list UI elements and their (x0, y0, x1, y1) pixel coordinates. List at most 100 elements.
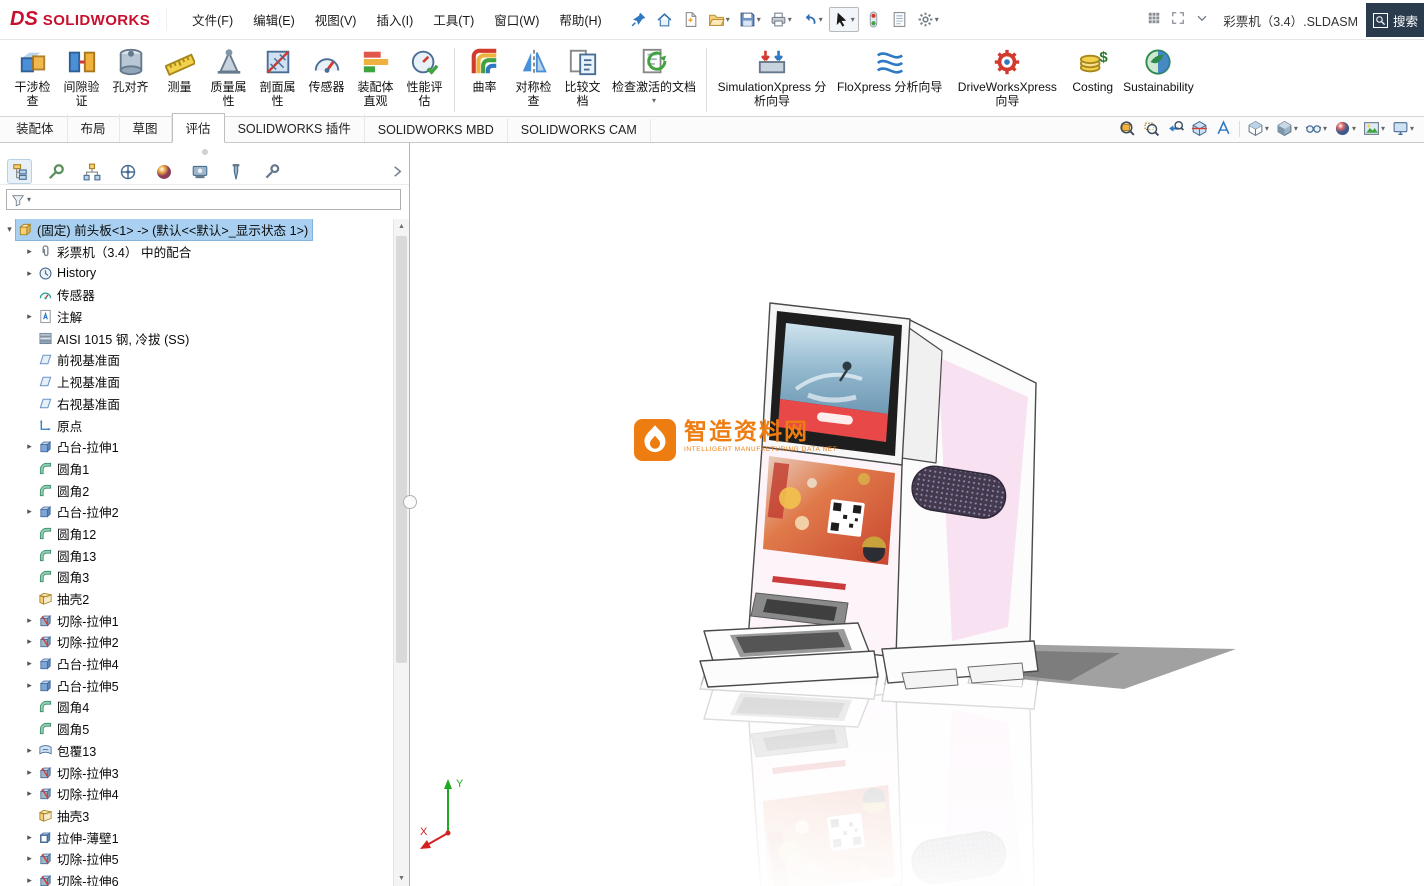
expand-arrow-icon[interactable]: ▸ (23, 832, 36, 843)
expand-arrow-icon[interactable]: ▸ (23, 853, 36, 864)
graphics-area[interactable]: 智造资料网 INTELLIGENT MANUFACTURING DATA NET… (410, 143, 1424, 886)
menu-file[interactable]: 文件(F) (183, 6, 242, 33)
ribbon-display-button[interactable] (1147, 11, 1161, 30)
chevron-down-icon[interactable]: ▾ (27, 195, 31, 204)
chevron-down-icon[interactable]: ▾ (726, 16, 730, 24)
expand-arrow-icon[interactable]: ▸ (23, 268, 36, 279)
scroll-up-arrow[interactable]: ▲ (394, 219, 409, 234)
tree-item[interactable]: ▸彩票机（3.4） 中的配合 (0, 241, 393, 263)
view-settings-button[interactable]: ▾ (1392, 120, 1414, 137)
tab-mbd[interactable]: SOLIDWORKS MBD (365, 119, 508, 142)
panel-tab-featuremanager-tree[interactable] (8, 160, 31, 183)
scroll-thumb[interactable] (396, 236, 407, 663)
search-box[interactable]: 搜索 (1366, 3, 1424, 37)
ribbon-hole-alignment-button[interactable]: 孔对齐 (106, 44, 155, 97)
panel-tab-displaymanager[interactable] (152, 160, 175, 183)
chevron-down-icon[interactable]: ▾ (1352, 125, 1356, 133)
flyout-arrow-icon[interactable] (390, 164, 405, 179)
chevron-down-icon[interactable]: ▾ (1410, 125, 1414, 133)
ribbon-compare-documents-button[interactable]: 比较文档 (558, 44, 607, 111)
tree-item[interactable]: AISI 1015 钢, 冷拔 (SS) (0, 327, 393, 349)
tree-item[interactable]: 圆角3 (0, 566, 393, 588)
tree-item[interactable]: 圆角13 (0, 544, 393, 566)
expand-arrow-icon[interactable]: ▸ (23, 246, 36, 257)
ribbon-assembly-visualization-button[interactable]: 装配体直观 (351, 44, 400, 111)
annotation-view-button[interactable] (1215, 120, 1232, 137)
edit-appearance-button[interactable]: ▾ (1334, 120, 1356, 137)
expand-arrow-icon[interactable]: ▸ (23, 745, 36, 756)
ribbon-performance-evaluation-button[interactable]: 性能评估 (400, 44, 449, 111)
chevron-down-icon[interactable]: ▾ (935, 16, 939, 24)
tree-item[interactable]: ▸切除-拉伸3 (0, 761, 393, 783)
ribbon-costing-button[interactable]: $Costing (1067, 44, 1118, 97)
tree-item[interactable]: 圆角2 (0, 479, 393, 501)
expand-arrow-icon[interactable]: ▸ (23, 875, 36, 886)
expand-arrow-icon[interactable]: ▸ (23, 311, 36, 322)
expand-arrow-icon[interactable]: ▸ (23, 658, 36, 669)
hide-show-items-button[interactable]: ▾ (1305, 120, 1327, 137)
ribbon-symmetry-check-button[interactable]: 对称检查 (509, 44, 558, 111)
expand-arrow-icon[interactable]: ▸ (23, 636, 36, 647)
ribbon-interference-detection-button[interactable]: 干涉检查 (8, 44, 57, 111)
tab-cam[interactable]: SOLIDWORKS CAM (508, 119, 651, 142)
home-button[interactable] (653, 8, 676, 31)
collapse-button[interactable] (1195, 11, 1209, 30)
tab-sketch[interactable]: 草图 (120, 114, 172, 142)
tree-item[interactable]: ▸切除-拉伸5 (0, 848, 393, 870)
chevron-down-icon[interactable]: ▾ (788, 16, 792, 24)
chevron-down-icon[interactable]: ▾ (757, 16, 761, 24)
zoom-to-area-button[interactable] (1143, 120, 1160, 137)
menu-tools[interactable]: 工具(T) (424, 6, 483, 33)
chevron-down-icon[interactable]: ▾ (1265, 125, 1269, 133)
scroll-down-arrow[interactable]: ▼ (394, 871, 409, 886)
chevron-down-icon[interactable]: ▾ (851, 16, 855, 24)
menu-view[interactable]: 视图(V) (306, 6, 366, 33)
tree-item[interactable]: ▸切除-拉伸1 (0, 609, 393, 631)
ribbon-measure-button[interactable]: 测量 (155, 44, 204, 97)
chevron-down-icon[interactable]: ▾ (1381, 125, 1385, 133)
chevron-down-icon[interactable]: ▾ (819, 16, 823, 24)
expand-arrow-icon[interactable]: ▸ (23, 441, 36, 452)
tree-item[interactable]: 前视基准面 (0, 349, 393, 371)
tab-assembly[interactable]: 装配体 (3, 114, 68, 142)
tree-item[interactable]: 传感器 (0, 284, 393, 306)
tree-item[interactable]: ▸凸台-拉伸5 (0, 674, 393, 696)
zoom-to-fit-button[interactable] (1119, 120, 1136, 137)
ribbon-section-properties-button[interactable]: 剖面属性 (253, 44, 302, 111)
panel-tab-cam-feature-tree[interactable] (188, 160, 211, 183)
collapse-arrow-icon[interactable]: ▾ (3, 224, 16, 235)
tree-item[interactable]: ▸凸台-拉伸1 (0, 436, 393, 458)
expand-arrow-icon[interactable]: ▸ (23, 788, 36, 799)
panel-tab-cam-tools[interactable] (260, 160, 283, 183)
chevron-down-icon[interactable]: ▾ (1294, 125, 1298, 133)
tree-item[interactable]: ▸History (0, 262, 393, 284)
expand-arrow-icon[interactable]: ▸ (23, 506, 36, 517)
menu-window[interactable]: 窗口(W) (485, 6, 548, 33)
apply-scene-button[interactable]: ▾ (1363, 120, 1385, 137)
panel-splitter-handle[interactable] (403, 495, 417, 509)
view-orientation-button[interactable]: ▾ (1247, 120, 1269, 137)
menu-insert[interactable]: 插入(I) (367, 6, 422, 33)
section-view-button[interactable] (1191, 120, 1208, 137)
tree-item[interactable]: ▸切除-拉伸2 (0, 631, 393, 653)
expand-arrow-icon[interactable]: ▸ (23, 767, 36, 778)
pin-button[interactable] (627, 8, 650, 31)
previous-view-button[interactable] (1167, 120, 1184, 137)
panel-tab-dimxpertmanager[interactable] (116, 160, 139, 183)
print-button[interactable]: ▾ (767, 8, 795, 31)
tree-item[interactable]: 圆角4 (0, 696, 393, 718)
tree-item[interactable]: 原点 (0, 414, 393, 436)
chevron-down-icon[interactable]: ▾ (1323, 125, 1327, 133)
panel-tab-configurationmanager[interactable] (80, 160, 103, 183)
panel-tab-cam-operation-tree[interactable] (224, 160, 247, 183)
menu-edit[interactable]: 编辑(E) (244, 6, 304, 33)
new-document-button[interactable] (679, 8, 702, 31)
select-button[interactable]: ▾ (829, 7, 859, 32)
rebuild-button[interactable] (862, 8, 885, 31)
menu-help[interactable]: 帮助(H) (550, 6, 610, 33)
undo-button[interactable]: ▾ (798, 8, 826, 31)
ribbon-curvature-button[interactable]: 曲率 (460, 44, 509, 97)
tree-item[interactable]: 圆角12 (0, 523, 393, 545)
tree-item[interactable]: ▸切除-拉伸4 (0, 783, 393, 805)
tree-item[interactable]: 上视基准面 (0, 371, 393, 393)
